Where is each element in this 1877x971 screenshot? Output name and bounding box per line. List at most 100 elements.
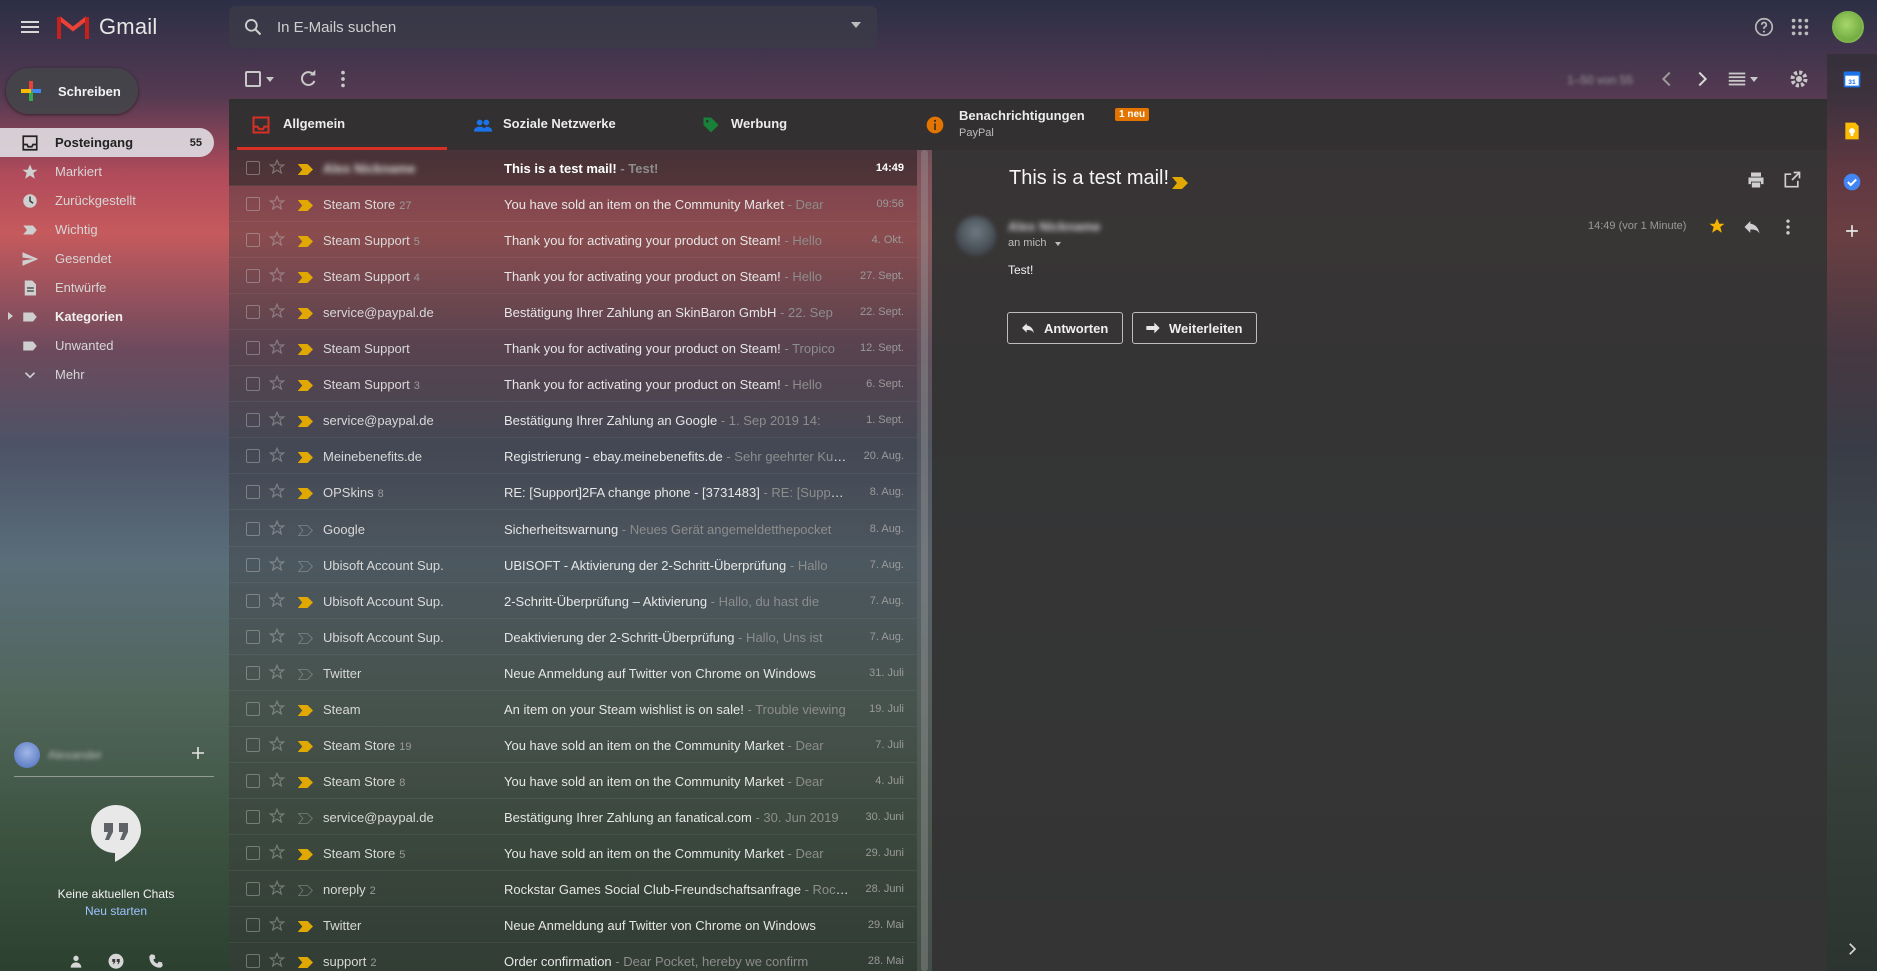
refresh-icon[interactable] <box>297 68 319 90</box>
star-icon[interactable] <box>268 375 286 396</box>
important-marker-icon[interactable] <box>297 486 314 504</box>
split-pane-icon[interactable] <box>1726 68 1748 90</box>
star-icon[interactable] <box>268 843 286 865</box>
email-row[interactable]: Twitter Neue Anmeldung auf Twitter von Ch… <box>229 655 917 691</box>
important-marker-icon[interactable] <box>297 234 314 252</box>
star-icon[interactable] <box>268 411 286 432</box>
tab-allgemein[interactable]: Allgemein <box>237 99 447 150</box>
important-marker-icon[interactable] <box>297 595 314 613</box>
sidebar-item-mehr[interactable]: Mehr <box>0 360 214 389</box>
email-row[interactable]: Meinebenefits.de Registrierung - ebay.mei… <box>229 438 917 475</box>
contacts-icon[interactable] <box>68 953 84 971</box>
sidebar-item-entwuerfe[interactable]: Entwürfe <box>0 273 214 302</box>
email-row[interactable]: service@paypal.de Bestätigung Ihrer Zahlu… <box>229 799 917 835</box>
important-marker-icon[interactable] <box>297 342 314 360</box>
tab-updates[interactable]: Benachrichtigungen 1 neu PayPal <box>925 99 1225 150</box>
row-checkbox[interactable] <box>246 485 260 500</box>
star-icon[interactable] <box>268 339 286 360</box>
recipient-details-arrow-icon[interactable] <box>1055 242 1061 246</box>
important-marker-icon[interactable] <box>297 703 314 721</box>
print-icon[interactable] <box>1746 170 1766 190</box>
row-checkbox[interactable] <box>246 845 260 860</box>
important-marker-icon[interactable] <box>297 955 314 971</box>
row-checkbox[interactable] <box>246 809 260 824</box>
row-checkbox[interactable] <box>246 665 260 680</box>
important-marker-icon[interactable] <box>297 378 314 396</box>
important-marker-icon[interactable] <box>297 450 314 468</box>
forward-button[interactable]: Weiterleiten <box>1132 312 1257 344</box>
email-row[interactable]: Steam Support 4 Thank you for activating y… <box>229 258 917 295</box>
email-row[interactable]: Ubisoft Account Sup. 2-Schritt-Überprüfun… <box>229 583 917 619</box>
important-marker-icon[interactable] <box>1172 176 1188 194</box>
star-icon[interactable] <box>268 302 286 324</box>
tasks-icon[interactable] <box>1842 172 1862 192</box>
calendar-icon[interactable]: 31 <box>1842 69 1862 89</box>
important-marker-icon[interactable] <box>297 739 314 757</box>
open-in-new-window-icon[interactable] <box>1782 170 1802 190</box>
row-checkbox[interactable] <box>246 305 260 320</box>
important-marker-icon[interactable] <box>297 775 314 793</box>
email-row[interactable]: Ubisoft Account Sup. Deaktivierung der 2-… <box>229 619 917 655</box>
email-row[interactable]: noreply 2 Rockstar Games Social Club-Freun… <box>229 871 917 907</box>
important-marker-icon[interactable] <box>297 631 314 649</box>
star-icon[interactable] <box>268 735 286 757</box>
star-icon[interactable] <box>268 266 286 288</box>
important-marker-icon[interactable] <box>297 559 314 577</box>
search-options-arrow-icon[interactable] <box>851 22 861 28</box>
scrollbar-thumb[interactable] <box>921 150 928 971</box>
email-row[interactable]: service@paypal.de Bestätigung Ihrer Zahlu… <box>229 402 917 439</box>
email-row[interactable]: Steam Support 5 Thank you for activating y… <box>229 222 917 259</box>
star-icon[interactable] <box>268 699 286 721</box>
compose-button[interactable]: Schreiben <box>6 68 138 114</box>
star-icon[interactable] <box>268 555 286 577</box>
email-row[interactable]: Steam Support Thank you for activating yo… <box>229 330 917 367</box>
main-menu-icon[interactable] <box>18 15 42 39</box>
star-icon[interactable] <box>268 807 286 829</box>
star-icon[interactable] <box>268 951 286 971</box>
star-icon[interactable] <box>268 519 286 541</box>
list-scrollbar[interactable] <box>917 150 932 971</box>
search-input[interactable] <box>277 18 837 36</box>
row-checkbox[interactable] <box>246 773 260 788</box>
row-checkbox[interactable] <box>246 161 260 175</box>
more-vert-icon[interactable] <box>1778 217 1798 237</box>
row-checkbox[interactable] <box>246 737 260 752</box>
star-icon[interactable] <box>268 915 286 937</box>
star-icon[interactable] <box>268 194 286 216</box>
important-marker-icon[interactable] <box>297 883 314 901</box>
email-row[interactable]: Steam Store 19 You have sold an item on th… <box>229 727 917 763</box>
email-row[interactable]: Steam Store 27 You have sold an item on th… <box>229 186 917 223</box>
row-checkbox[interactable] <box>246 918 260 933</box>
star-icon[interactable] <box>1708 217 1726 235</box>
sidebar-item-posteingang[interactable]: Posteingang 55 <box>0 128 214 157</box>
apps-grid-icon[interactable] <box>1789 16 1811 38</box>
row-checkbox[interactable] <box>246 197 260 212</box>
sidebar-item-gesendet[interactable]: Gesendet <box>0 244 214 273</box>
row-checkbox[interactable] <box>246 269 260 284</box>
chevron-right-icon[interactable] <box>1843 940 1861 958</box>
sidebar-item-wichtig[interactable]: Wichtig <box>0 215 214 244</box>
row-checkbox[interactable] <box>246 521 260 536</box>
email-row[interactable]: Steam Store 8 You have sold an item on the… <box>229 763 917 799</box>
phone-icon[interactable] <box>148 953 164 971</box>
keep-icon[interactable] <box>1842 121 1862 141</box>
star-icon[interactable] <box>268 447 286 468</box>
gmail-logo[interactable]: Gmail <box>57 11 157 43</box>
row-checkbox[interactable] <box>246 413 260 428</box>
important-marker-icon[interactable] <box>297 162 314 180</box>
split-options-arrow-icon[interactable] <box>1750 77 1758 82</box>
important-marker-icon[interactable] <box>297 919 314 937</box>
row-checkbox[interactable] <box>246 341 260 356</box>
email-row[interactable]: Steam An item on your Steam wishlist is o… <box>229 691 917 727</box>
important-marker-icon[interactable] <box>297 198 314 216</box>
chat-icon[interactable] <box>107 953 125 971</box>
row-checkbox[interactable] <box>246 449 260 464</box>
important-marker-icon[interactable] <box>297 847 314 865</box>
important-marker-icon[interactable] <box>297 811 314 829</box>
tab-social[interactable]: Soziale Netzwerke <box>465 99 685 150</box>
recipient-details[interactable]: an mich <box>1008 237 1047 249</box>
sidebar-item-unwanted[interactable]: Unwanted <box>0 331 214 360</box>
reply-button[interactable]: Antworten <box>1007 312 1123 344</box>
reply-icon[interactable] <box>1742 217 1762 237</box>
hangouts-user[interactable]: Alexander <box>14 740 214 770</box>
